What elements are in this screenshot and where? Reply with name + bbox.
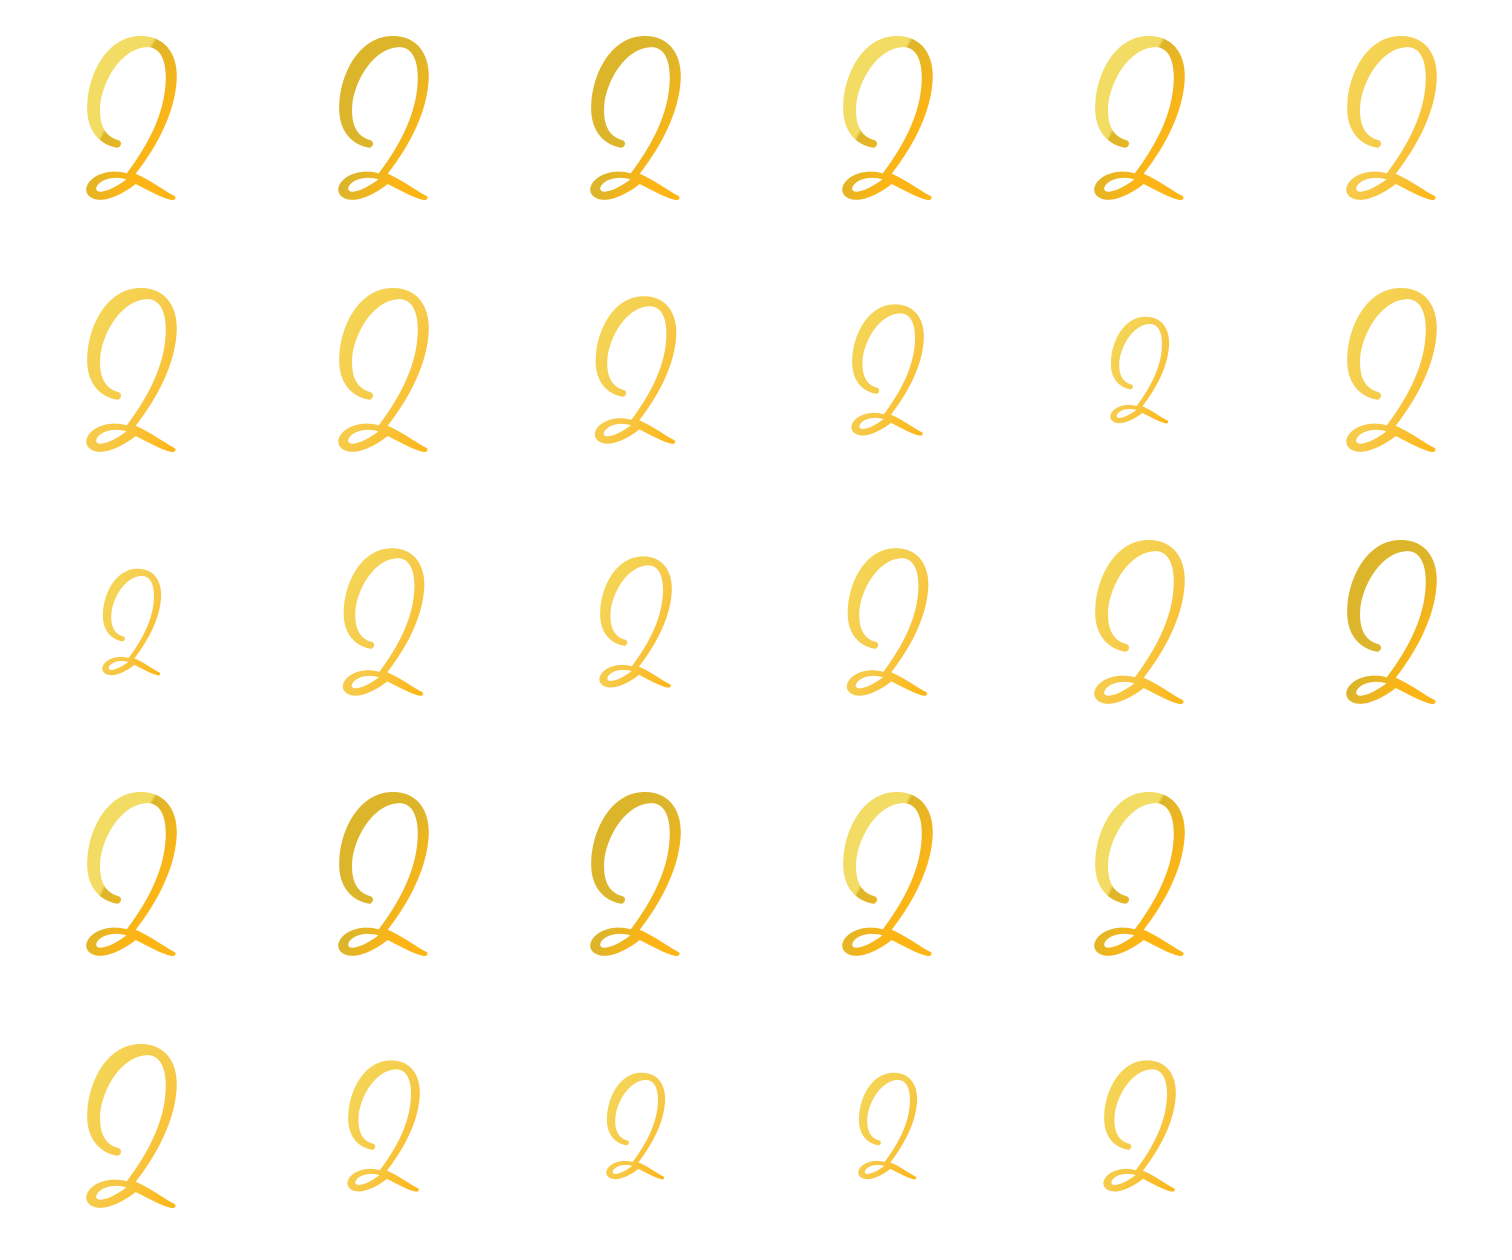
q-stroke bbox=[594, 296, 677, 444]
script-q-glyph bbox=[846, 548, 929, 696]
glyph-grid bbox=[0, 0, 1512, 1260]
q-stroke bbox=[590, 36, 681, 201]
q-stroke bbox=[86, 1044, 177, 1209]
script-q-glyph bbox=[86, 36, 177, 201]
script-q-glyph bbox=[1346, 540, 1437, 705]
q-stroke bbox=[842, 792, 933, 957]
script-q-glyph bbox=[1110, 316, 1170, 424]
q-stroke bbox=[846, 548, 929, 696]
q-stroke bbox=[842, 36, 933, 201]
letter-q-icon bbox=[504, 756, 756, 1008]
letter-q-icon bbox=[1260, 0, 1512, 252]
q-stroke bbox=[599, 556, 672, 688]
script-q-glyph bbox=[858, 1072, 918, 1180]
script-q-glyph bbox=[594, 296, 677, 444]
letter-q-icon bbox=[1260, 252, 1512, 504]
script-q-glyph bbox=[851, 304, 924, 436]
q-stroke bbox=[1094, 540, 1185, 705]
letter-q-icon bbox=[252, 0, 504, 252]
script-q-glyph bbox=[599, 556, 672, 688]
q-stroke bbox=[1346, 288, 1437, 453]
letter-q-icon bbox=[0, 0, 252, 252]
letter-q-icon bbox=[756, 252, 1008, 504]
script-q-glyph bbox=[1094, 540, 1185, 705]
letter-q-icon bbox=[504, 0, 756, 252]
letter-q-icon bbox=[1260, 504, 1512, 756]
letter-q-icon bbox=[1008, 1008, 1260, 1260]
script-q-glyph bbox=[1103, 1060, 1176, 1192]
script-q-glyph bbox=[102, 568, 162, 676]
q-stroke bbox=[1094, 792, 1185, 957]
letter-q-icon bbox=[756, 1008, 1008, 1260]
q-stroke bbox=[86, 288, 177, 453]
q-stroke bbox=[851, 304, 924, 436]
script-q-glyph bbox=[86, 792, 177, 957]
letter-q-icon bbox=[504, 252, 756, 504]
q-stroke bbox=[338, 288, 429, 453]
letter-q-icon bbox=[1008, 0, 1260, 252]
script-q-glyph bbox=[842, 792, 933, 957]
q-stroke bbox=[590, 792, 681, 957]
letter-q-icon bbox=[1008, 756, 1260, 1008]
script-q-glyph bbox=[338, 792, 429, 957]
letter-q-icon bbox=[1008, 504, 1260, 756]
q-stroke bbox=[347, 1060, 420, 1192]
script-q-glyph bbox=[342, 548, 425, 696]
script-q-glyph bbox=[86, 1044, 177, 1209]
q-stroke bbox=[858, 1072, 918, 1180]
q-stroke bbox=[338, 36, 429, 201]
q-stroke bbox=[1094, 36, 1185, 201]
script-q-glyph bbox=[606, 1072, 666, 1180]
letter-q-icon bbox=[252, 756, 504, 1008]
letter-q-icon bbox=[504, 504, 756, 756]
script-q-glyph bbox=[842, 36, 933, 201]
script-q-glyph bbox=[86, 288, 177, 453]
q-stroke bbox=[1103, 1060, 1176, 1192]
script-q-glyph bbox=[590, 792, 681, 957]
letter-q-icon bbox=[252, 1008, 504, 1260]
script-q-glyph bbox=[1346, 36, 1437, 201]
q-stroke bbox=[342, 548, 425, 696]
script-q-glyph bbox=[338, 36, 429, 201]
script-q-glyph bbox=[1094, 36, 1185, 201]
q-stroke bbox=[86, 792, 177, 957]
q-stroke bbox=[86, 36, 177, 201]
letter-q-icon bbox=[504, 1008, 756, 1260]
q-stroke bbox=[102, 568, 162, 676]
script-q-glyph bbox=[1346, 288, 1437, 453]
q-stroke bbox=[1346, 36, 1437, 201]
letter-q-icon bbox=[0, 1008, 252, 1260]
letter-q-icon bbox=[0, 252, 252, 504]
letter-q-icon bbox=[756, 0, 1008, 252]
script-q-glyph bbox=[347, 1060, 420, 1192]
letter-q-icon bbox=[252, 504, 504, 756]
letter-q-icon bbox=[1008, 252, 1260, 504]
letter-q-icon bbox=[252, 252, 504, 504]
q-stroke bbox=[606, 1072, 666, 1180]
letter-q-icon bbox=[756, 756, 1008, 1008]
script-q-glyph bbox=[1094, 792, 1185, 957]
letter-q-icon bbox=[0, 756, 252, 1008]
q-stroke bbox=[1346, 540, 1437, 705]
q-stroke bbox=[338, 792, 429, 957]
letter-q-icon bbox=[756, 504, 1008, 756]
script-q-glyph bbox=[338, 288, 429, 453]
letter-q-icon bbox=[0, 504, 252, 756]
q-stroke bbox=[1110, 316, 1170, 424]
script-q-glyph bbox=[590, 36, 681, 201]
